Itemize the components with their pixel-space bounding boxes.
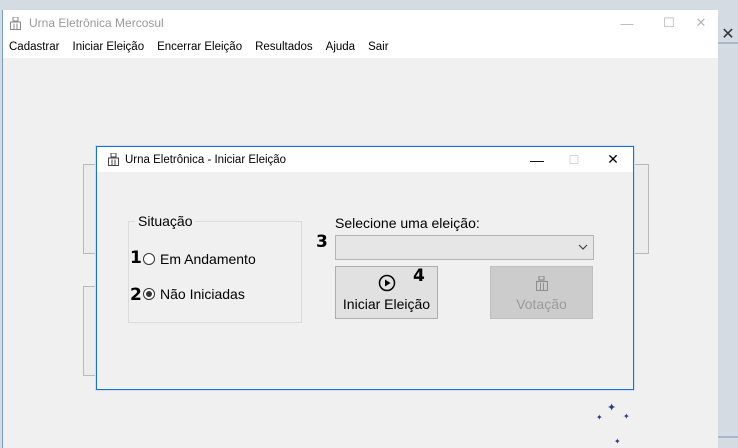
radio-label: Em Andamento [160, 251, 256, 267]
minimize-button[interactable]: — [605, 10, 649, 36]
annotation-number-2: 2 [130, 285, 142, 305]
annotation-number-3: 3 [316, 232, 328, 252]
sparkle-icon: ✦ [623, 412, 630, 421]
outer-close-icon[interactable]: ✕ [718, 24, 738, 44]
radio-circle[interactable] [143, 253, 155, 265]
situacao-group-title: Situação [135, 213, 196, 229]
chevron-down-icon[interactable] [576, 239, 590, 255]
play-circle-icon [378, 273, 396, 293]
menu-ajuda[interactable]: Ajuda [326, 41, 355, 53]
menu-iniciar-eleicao[interactable]: Iniciar Eleição [73, 41, 145, 53]
radio-label: Não Iniciadas [160, 286, 245, 302]
menu-cadastrar[interactable]: Cadastrar [9, 41, 60, 53]
menu-sair[interactable]: Sair [368, 41, 388, 53]
sparkle-icon: ✦ [596, 413, 603, 422]
sparkle-icon: ✦ [614, 437, 621, 446]
dialog-maximize-button: ☐ [568, 152, 580, 167]
dialog-close-button[interactable]: ✕ [593, 147, 633, 172]
dialog-title: Urna Eletrônica - Iniciar Eleição [125, 153, 287, 166]
ballot-box-icon [535, 273, 548, 293]
annotation-number-4: 4 [413, 266, 425, 286]
main-window-title: Urna Eletrônica Mercosul [29, 16, 164, 30]
iniciar-eleicao-label: Iniciar Eleição [342, 296, 431, 312]
window-edge [718, 42, 738, 44]
radio-em-andamento[interactable]: Em Andamento [143, 251, 256, 267]
select-election-label: Selecione uma eleição: [335, 215, 480, 231]
radio-nao-iniciadas[interactable]: Não Iniciadas [143, 286, 245, 302]
ballot-box-icon [9, 16, 21, 30]
dialog-minimize-button[interactable]: — [517, 147, 557, 172]
menu-bar: Cadastrar Iniciar Eleição Encerrar Eleiç… [3, 36, 718, 58]
radio-selected-dot [146, 291, 152, 297]
sparkle-icon: ✦ [607, 402, 617, 414]
election-select[interactable] [335, 235, 594, 260]
window-edge [718, 436, 738, 438]
menu-resultados[interactable]: Resultados [255, 41, 313, 53]
main-title-bar: Urna Eletrônica Mercosul — ☐ ✕ [3, 10, 718, 36]
dialog-title-bar: Urna Eletrônica - Iniciar Eleição — ☐ ✕ [97, 147, 633, 172]
votacao-button[interactable]: Votação [490, 266, 593, 319]
ballot-box-icon [107, 153, 119, 167]
close-button[interactable]: ✕ [679, 10, 723, 36]
situacao-group: Situação [128, 213, 302, 323]
radio-circle[interactable] [143, 288, 155, 300]
iniciar-eleicao-dialog: Urna Eletrônica - Iniciar Eleição — ☐ ✕ … [96, 146, 634, 390]
votacao-label: Votação [516, 296, 567, 312]
annotation-number-1: 1 [130, 248, 142, 268]
menu-encerrar-eleicao[interactable]: Encerrar Eleição [157, 41, 242, 53]
